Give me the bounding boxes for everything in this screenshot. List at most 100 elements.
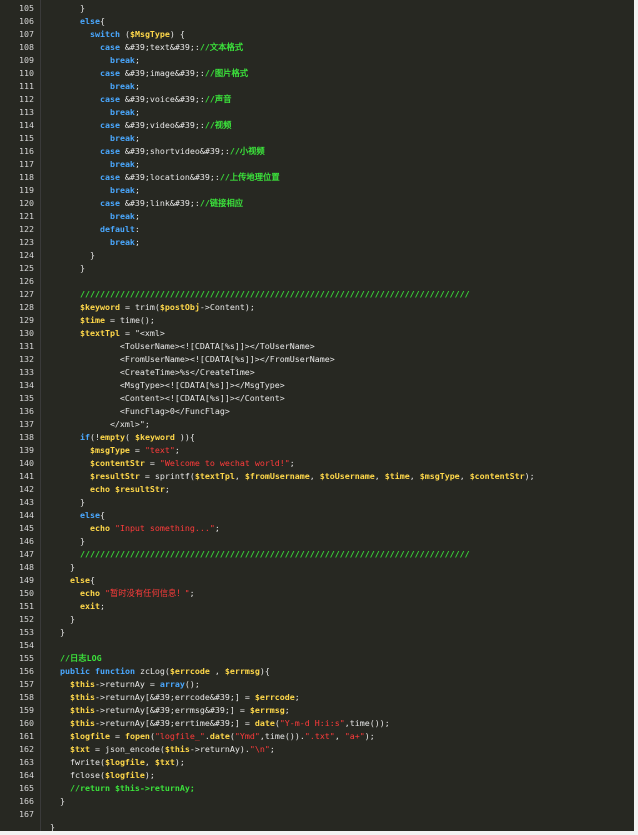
code-token: ->returnAy). — [189, 744, 250, 754]
code-line[interactable]: 167 — [0, 808, 634, 821]
code-line[interactable]: 123 break; — [0, 236, 634, 249]
code-line[interactable]: 126 — [0, 275, 634, 288]
code-line[interactable]: 120 case &#39;link&#39;://链接相应 — [0, 197, 634, 210]
code-line[interactable]: 110 case &#39;image&#39;://图片格式 — [0, 67, 634, 80]
code-token: $msgType — [89, 445, 130, 455]
code-line[interactable]: 152 } — [0, 613, 634, 626]
code-line[interactable]: 158 $this->returnAy[&#39;errcode&#39;] =… — [0, 691, 634, 704]
code-line[interactable]: 146 } — [0, 535, 634, 548]
code-line[interactable]: 155 //日志LOG — [0, 652, 634, 665]
code-token: { — [99, 16, 105, 26]
code-line[interactable]: 131 <ToUserName><![CDATA[%s]]></ToUserNa… — [0, 340, 634, 353]
code-line[interactable]: 137 </xml>"; — [0, 418, 634, 431]
code-line[interactable]: 121 break; — [0, 210, 634, 223]
code-line[interactable]: 140 $contentStr = "Welcome to wechat wor… — [0, 457, 634, 470]
code-line[interactable]: 157 $this->returnAy = array(); — [0, 678, 634, 691]
code-line[interactable]: 105 } — [0, 2, 634, 15]
code-line[interactable]: 147 ////////////////////////////////////… — [0, 548, 634, 561]
code-token: } — [50, 562, 75, 572]
code-line[interactable]: 164 fclose($logfile); — [0, 769, 634, 782]
code-line[interactable]: 135 <Content><![CDATA[%s]]></Content> — [0, 392, 634, 405]
code-token: $MsgType — [129, 29, 170, 39]
code-line[interactable]: 166 } — [0, 795, 634, 808]
code-line[interactable]: 138 if(!empty( $keyword )){ — [0, 431, 634, 444]
code-token: ; — [189, 588, 195, 598]
code-token: case — [99, 198, 120, 208]
code-line[interactable]: 144 else{ — [0, 509, 634, 522]
code-line[interactable]: 145 echo "Input something..."; — [0, 522, 634, 535]
code-line[interactable]: 127 ////////////////////////////////////… — [0, 288, 634, 301]
code-line[interactable]: 160 $this->returnAy[&#39;errtime&#39;] =… — [0, 717, 634, 730]
code-line[interactable]: 142 echo $resultStr; — [0, 483, 634, 496]
code-token: <MsgType><![CDATA[%s]]></MsgType> — [50, 380, 285, 390]
code-line[interactable]: 113 break; — [0, 106, 634, 119]
code-text: break; — [50, 236, 140, 249]
code-line[interactable]: 139 $msgType = "text"; — [0, 444, 634, 457]
code-token: "Welcome to wechat world!" — [159, 458, 290, 468]
line-number: 152 — [19, 614, 34, 624]
line-number: 158 — [19, 692, 34, 702]
code-token: break — [109, 81, 135, 91]
code-line[interactable]: 161 $logfile = fopen("logfile_".date("Ym… — [0, 730, 634, 743]
code-token: $time — [384, 471, 410, 481]
code-line[interactable]: 114 case &#39;video&#39;://视频 — [0, 119, 634, 132]
code-line[interactable]: 112 case &#39;voice&#39;://声音 — [0, 93, 634, 106]
code-line[interactable]: 143 } — [0, 496, 634, 509]
code-token: break — [109, 55, 135, 65]
code-token: : — [134, 224, 140, 234]
code-line[interactable]: 109 break; — [0, 54, 634, 67]
code-line[interactable]: 154 — [0, 639, 634, 652]
code-line[interactable]: 108 case &#39;text&#39;://文本格式 — [0, 41, 634, 54]
line-number: 137 — [19, 419, 34, 429]
code-line[interactable]: 133 <CreateTime>%s</CreateTime> — [0, 366, 634, 379]
code-token: ); — [364, 731, 375, 741]
code-text: } — [50, 535, 85, 548]
window-edge-bottom — [0, 831, 638, 835]
code-text: echo "Input something..."; — [50, 522, 220, 535]
code-token: //链接相应 — [199, 198, 244, 208]
code-line[interactable]: 150 echo "暂时没有任何信息！"; — [0, 587, 634, 600]
code-line[interactable]: 118 case &#39;location&#39;://上传地理位置 — [0, 171, 634, 184]
code-line[interactable]: 122 default: — [0, 223, 634, 236]
code-line[interactable]: 151 exit; — [0, 600, 634, 613]
code-token: &#39;voice&#39;: — [119, 94, 205, 104]
code-line[interactable]: 136 <FuncFlag>0</FuncFlag> — [0, 405, 634, 418]
code-line[interactable]: 162 $txt = json_encode($this->returnAy).… — [0, 743, 634, 756]
code-token: $logfile — [104, 770, 145, 780]
code-text: else{ — [50, 15, 105, 28]
code-token: = — [144, 458, 160, 468]
code-token: , — [334, 731, 345, 741]
code-line[interactable]: 124 } — [0, 249, 634, 262]
code-line[interactable]: 165 //return $this->returnAy; — [0, 782, 634, 795]
code-line[interactable]: 119 break; — [0, 184, 634, 197]
code-line[interactable]: 153 } — [0, 626, 634, 639]
code-line[interactable]: 125 } — [0, 262, 634, 275]
code-line[interactable]: 106 else{ — [0, 15, 634, 28]
code-line[interactable]: 141 $resultStr = sprintf($textTpl, $from… — [0, 470, 634, 483]
code-token: } — [50, 3, 85, 13]
code-line[interactable]: 130 $textTpl = "<xml> — [0, 327, 634, 340]
code-line[interactable]: 156 public function zcLog($errcode , $er… — [0, 665, 634, 678]
code-line[interactable]: 117 break; — [0, 158, 634, 171]
code-line[interactable]: 149 else{ — [0, 574, 634, 587]
code-token: empty — [99, 432, 125, 442]
code-editor[interactable]: 105 } 106 else{107 switch ($MsgType) {108… — [0, 0, 638, 835]
code-line[interactable]: 128 $keyword = trim($postObj->Content); — [0, 301, 634, 314]
code-line[interactable]: 132 <FromUserName><![CDATA[%s]]></FromUs… — [0, 353, 634, 366]
code-line[interactable]: 159 $this->returnAy[&#39;errmsg&#39;] = … — [0, 704, 634, 717]
code-line[interactable]: 116 case &#39;shortvideo&#39;://小视频 — [0, 145, 634, 158]
code-line[interactable]: 148 } — [0, 561, 634, 574]
code-line[interactable]: 111 break; — [0, 80, 634, 93]
code-line[interactable]: 129 $time = time(); — [0, 314, 634, 327]
code-line[interactable]: 115 break; — [0, 132, 634, 145]
code-token: , — [209, 666, 225, 676]
code-line[interactable]: 134 <MsgType><![CDATA[%s]]></MsgType> — [0, 379, 634, 392]
code-line[interactable]: 163 fwrite($logfile, $txt); — [0, 756, 634, 769]
code-token: date — [209, 731, 230, 741]
code-line[interactable]: 107 switch ($MsgType) { — [0, 28, 634, 41]
